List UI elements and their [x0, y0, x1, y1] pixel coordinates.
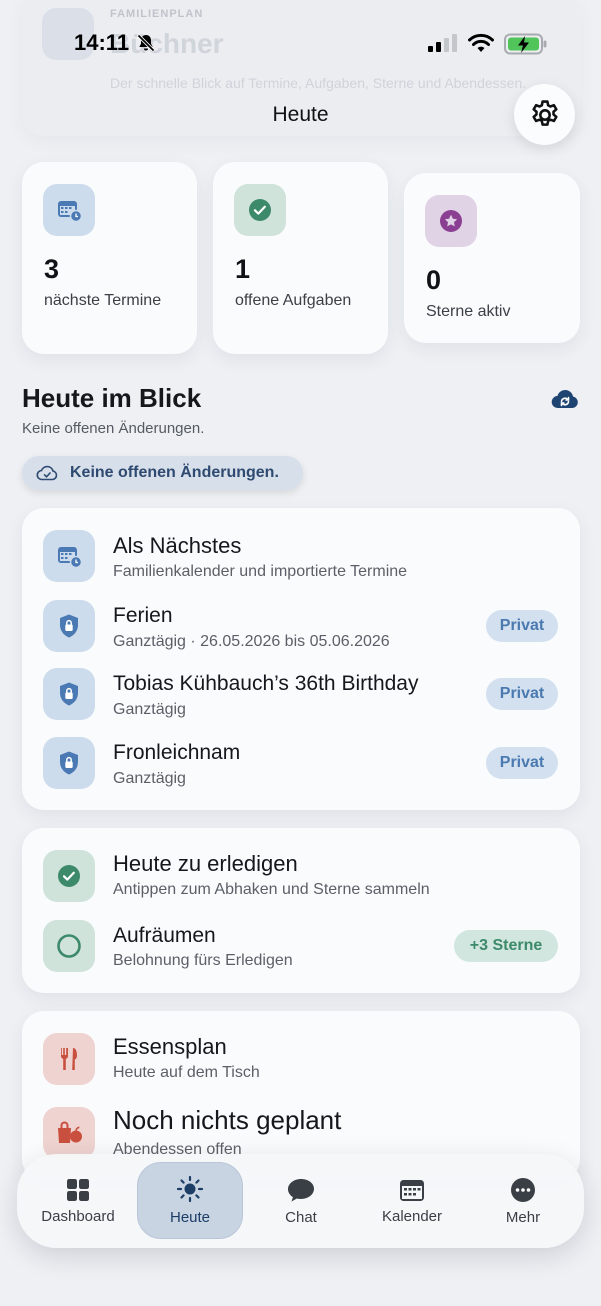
star-icon	[425, 195, 477, 247]
event-subtitle: Ganztägig · 26.05.2026 bis 05.06.2026	[113, 633, 390, 650]
tab-bar: Dashboard Heute Chat Kalender Mehr	[17, 1154, 584, 1248]
stat-card-sterne[interactable]: 0 Sterne aktiv	[404, 173, 580, 343]
card-title: Als Nächstes	[113, 533, 242, 558]
meal-row[interactable]: Noch nichts geplant Abendessen offen	[22, 1105, 580, 1159]
cloud-check-icon	[36, 465, 58, 481]
card-subtitle: Antippen zum Abhaken und Sterne sammeln	[113, 881, 430, 898]
event-title: Fronleichnam	[113, 741, 241, 764]
tab-label: Heute	[169, 1209, 211, 1226]
meal-title: Noch nichts geplant	[113, 1105, 342, 1135]
empty-circle-checkbox-icon[interactable]	[43, 920, 95, 972]
chat-bubble-icon	[288, 1178, 314, 1201]
private-shield-icon	[43, 600, 95, 652]
tab-heute[interactable]: Heute	[137, 1162, 243, 1239]
signal-icon	[428, 34, 458, 57]
card-subtitle: Heute auf dem Tisch	[113, 1064, 260, 1081]
page-title: Heute	[272, 103, 329, 126]
check-circle-icon	[234, 184, 286, 236]
silent-bell-icon	[136, 33, 156, 58]
more-dots-icon	[511, 1177, 535, 1202]
calendar-icon	[43, 530, 95, 582]
stat-value: 1	[235, 254, 251, 284]
status-bar: 14:11	[0, 0, 601, 86]
tab-label: Chat	[285, 1208, 317, 1226]
stat-label: Sterne aktiv	[426, 303, 511, 320]
event-row[interactable]: Ferien Ganztägig · 26.05.2026 bis 05.06.…	[22, 600, 580, 652]
stat-value: 3	[44, 254, 60, 284]
tab-mehr[interactable]: Mehr	[473, 1154, 573, 1248]
next-events-card: Als Nächstes Familienkalender und import…	[22, 508, 580, 810]
task-subtitle: Belohnung fürs Erledigen	[113, 952, 293, 969]
tab-chat[interactable]: Chat	[251, 1154, 351, 1248]
event-subtitle: Ganztägig	[113, 701, 186, 718]
event-row[interactable]: Tobias Kühbauch’s 36th Birthday Ganztägi…	[22, 668, 580, 720]
tab-dashboard[interactable]: Dashboard	[27, 1154, 129, 1248]
calendar-icon	[400, 1179, 424, 1201]
card-title: Essensplan	[113, 1034, 227, 1059]
event-subtitle: Ganztägig	[113, 770, 186, 787]
stat-card-aufgaben[interactable]: 1 offene Aufgaben	[213, 162, 388, 354]
stat-card-termine[interactable]: 3 nächste Termine	[22, 162, 197, 354]
calendar-icon	[43, 184, 95, 236]
private-shield-icon	[43, 668, 95, 720]
privacy-badge: Privat	[486, 678, 558, 710]
privacy-badge: Privat	[486, 747, 558, 779]
card-title: Heute zu erledigen	[113, 851, 298, 876]
tab-label: Dashboard	[41, 1207, 115, 1225]
tab-label: Kalender	[381, 1207, 443, 1225]
wifi-icon	[468, 32, 494, 59]
settings-button[interactable]	[514, 84, 575, 145]
star-reward-badge: +3 Sterne	[454, 930, 558, 962]
battery-charging-icon	[504, 33, 548, 60]
gear-icon	[531, 99, 558, 126]
status-time: 14:11	[74, 30, 130, 55]
sync-status-chip: Keine offenen Änderungen.	[22, 456, 303, 490]
tab-kalender[interactable]: Kalender	[362, 1154, 462, 1248]
event-title: Ferien	[113, 604, 173, 627]
stat-label: nächste Termine	[44, 292, 162, 309]
overview-title: Heute im Blick	[22, 383, 202, 413]
private-shield-icon	[43, 737, 95, 789]
check-circle-icon	[43, 850, 95, 902]
stat-label: offene Aufgaben	[235, 292, 352, 309]
overview-subtitle: Keine offenen Änderungen.	[22, 420, 205, 437]
task-row[interactable]: Aufräumen Belohnung fürs Erledigen +3 St…	[22, 920, 580, 972]
card-subtitle: Familienkalender und importierte Termine	[113, 563, 408, 580]
fork-knife-icon	[43, 1033, 95, 1085]
sync-status-label: Keine offenen Änderungen.	[70, 464, 279, 481]
stat-value: 0	[426, 265, 442, 295]
shopping-bag-icon	[43, 1107, 95, 1159]
privacy-badge: Privat	[486, 610, 558, 642]
event-row[interactable]: Fronleichnam Ganztägig Privat	[22, 737, 580, 789]
todo-card: Heute zu erledigen Antippen zum Abhaken …	[22, 828, 580, 993]
cloud-sync-icon[interactable]	[550, 388, 580, 417]
grid-icon	[67, 1178, 89, 1201]
event-title: Tobias Kühbauch’s 36th Birthday	[113, 672, 419, 695]
sun-icon	[176, 1175, 204, 1203]
task-title: Aufräumen	[113, 924, 216, 947]
tab-label: Mehr	[505, 1208, 541, 1226]
